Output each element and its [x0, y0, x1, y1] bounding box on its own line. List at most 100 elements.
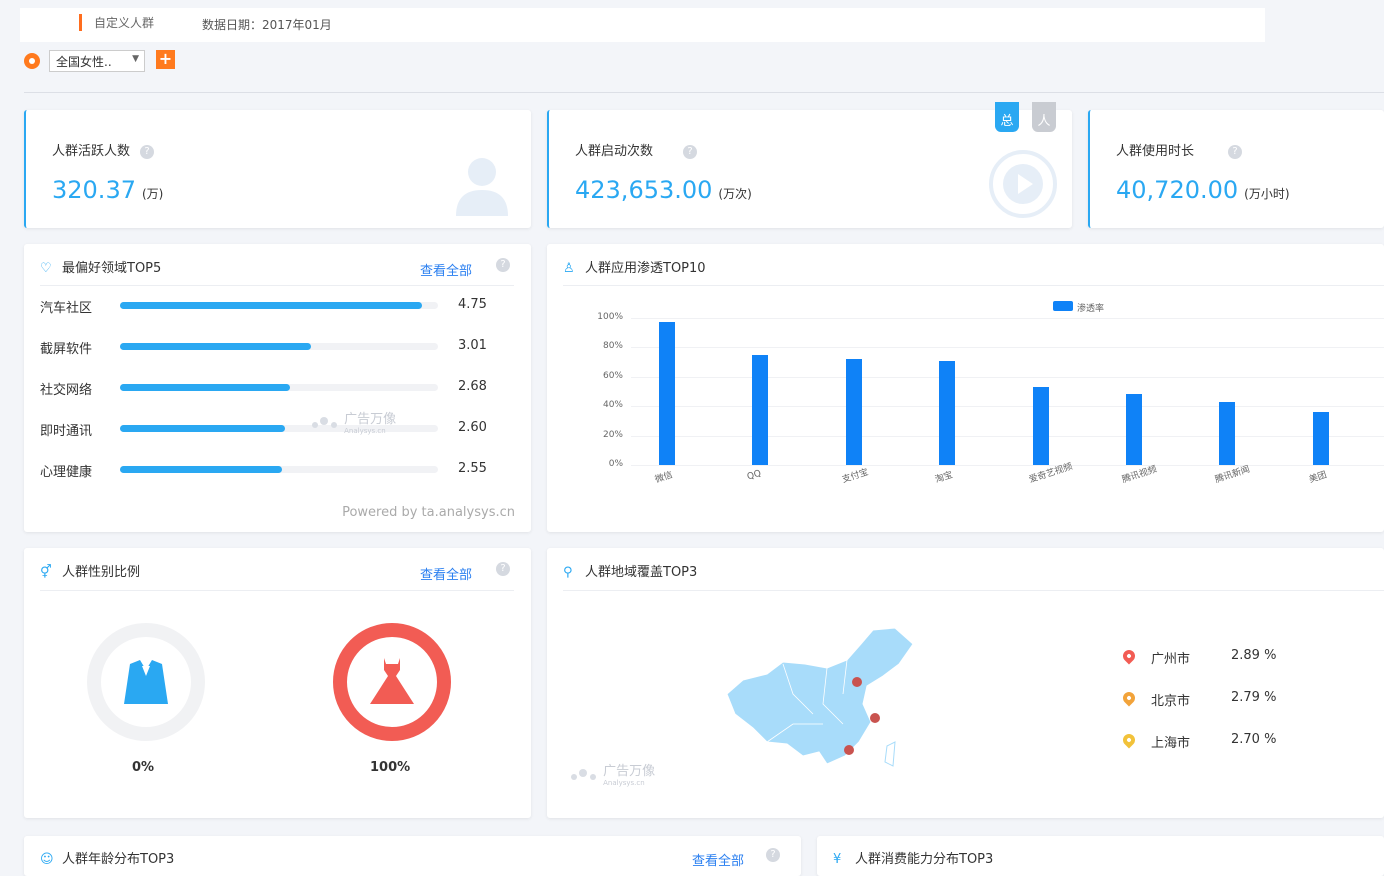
view-all-link[interactable]: 查看全部 [692, 850, 744, 869]
y-tick-label: 100% [597, 312, 623, 322]
domain-bar-track [120, 343, 438, 350]
domain-bar-track [120, 384, 438, 391]
play-icon [989, 150, 1057, 218]
domain-bar-fill [120, 343, 312, 350]
region-percent: 2.70 % [1231, 732, 1277, 747]
crowd-select-value: 全国女性.. [56, 55, 112, 69]
segment-label: 自定义人群 [94, 16, 155, 30]
chevron-down-icon: ▼ [132, 54, 139, 64]
domain-value: 2.60 [458, 420, 487, 435]
domain-name: 汽车社区 [40, 301, 93, 316]
domain-name: 即时通讯 [40, 424, 93, 439]
section-title: 最偏好领域TOP5 [62, 261, 162, 276]
help-icon[interactable]: ? [496, 562, 510, 576]
chart-bar[interactable] [1219, 401, 1236, 465]
divider [563, 590, 1384, 591]
gridline [631, 406, 1384, 408]
stat-card-active-users: 人群活跃人数? 320.37 (万) [24, 110, 531, 228]
domain-bar-track [120, 302, 438, 309]
x-tick-label: QQ [746, 468, 763, 483]
gridline [631, 435, 1384, 437]
x-tick-label: 支付宝 [840, 467, 870, 486]
watermark: 广告万像 Analysys.cn [310, 408, 396, 435]
domain-value: 3.01 [458, 338, 487, 353]
region-percent: 2.89 % [1231, 648, 1277, 663]
divider [24, 92, 1384, 93]
stat-unit: (万) [141, 187, 164, 201]
region-city: 上海市 [1151, 736, 1191, 751]
chart-bar[interactable] [752, 354, 769, 465]
domain-value: 2.68 [458, 379, 487, 394]
china-map [726, 627, 914, 767]
add-crowd-button[interactable]: + [156, 50, 175, 69]
x-tick-label: 微信 [653, 470, 675, 486]
domain-value: 2.55 [458, 461, 487, 476]
region-city: 广州市 [1151, 652, 1191, 667]
toggle-person-button[interactable]: 人 [1032, 102, 1056, 132]
stat-unit: (万小时) [1244, 187, 1290, 201]
powered-by: Powered by ta.analysys.cn [342, 505, 515, 520]
person-icon [456, 158, 508, 216]
domain-row: 汽车社区 4.75 [40, 295, 510, 316]
dress-icon [370, 658, 414, 704]
stat-label: 人群活跃人数 [52, 144, 131, 159]
stat-value: 40,720.00 [1116, 176, 1239, 204]
chart-bar[interactable] [845, 359, 862, 465]
y-tick-label: 60% [602, 370, 623, 381]
domain-bar-fill [120, 384, 291, 391]
help-icon[interactable]: ? [683, 144, 698, 159]
stat-card-usage-time: 人群使用时长? 40,720.00 (万小时) [1088, 110, 1384, 228]
domain-row: 即时通讯 2.60 [40, 418, 510, 439]
domain-row: 社交网络 2.68 [40, 377, 510, 398]
chart-bar[interactable] [1126, 394, 1142, 465]
view-all-link[interactable]: 查看全部 [420, 260, 472, 279]
help-icon[interactable]: ? [1228, 144, 1243, 159]
chart-bar[interactable] [1032, 387, 1049, 465]
stat-value: 423,653.00 [575, 176, 713, 204]
chart-bar[interactable] [939, 360, 956, 465]
chart-bar[interactable] [659, 322, 675, 465]
domain-name: 心理健康 [40, 465, 93, 480]
stat-label: 人群启动次数 [575, 144, 654, 159]
user-icon: ☺ [40, 852, 54, 867]
domain-row: 截屏软件 3.01 [40, 336, 510, 357]
y-tick-label: 80% [602, 341, 623, 352]
section-title: 人群地域覆盖TOP3 [585, 565, 698, 580]
domain-row: 心理健康 2.55 [40, 459, 510, 480]
section-title: 人群消费能力分布TOP3 [855, 852, 994, 867]
chart-bar[interactable] [1312, 412, 1329, 465]
view-all-link[interactable]: 查看全部 [420, 564, 472, 583]
domain-bar-fill [120, 466, 283, 473]
x-tick-label: 淘宝 [934, 470, 955, 486]
stat-label: 人群使用时长 [1116, 144, 1195, 159]
stat-value: 320.37 [52, 176, 136, 204]
app-top10-card: ♙ 人群应用渗透TOP10 渗透率 0% 20% 40% 60% 80% 100% 微信 QQ 支… [547, 244, 1384, 532]
rank-pin-icon [1120, 647, 1138, 665]
domain-top5-card: ♡ 最偏好领域TOP5 查看全部 ? 汽车社区 4.75 截屏软件 3.01 社交网络 2.… [24, 244, 531, 532]
help-icon[interactable]: ? [766, 848, 780, 862]
region-city: 北京市 [1151, 694, 1191, 709]
gender-card: ⚥ 人群性别比例 查看全部 ? 0% 100% [24, 548, 531, 818]
domain-name: 社交网络 [40, 383, 93, 398]
toggle-total-button[interactable]: 总 [995, 102, 1019, 132]
female-percent: 100% [370, 760, 411, 775]
suit-icon [124, 660, 168, 704]
app-penetration-chart: 0% 20% 40% 60% 80% 100% 微信 QQ 支付宝 淘宝 爱奇艺视频 腾讯视频 腾讯新闻… [547, 244, 1384, 532]
tag-icon [24, 53, 40, 69]
section-title: 人群性别比例 [62, 565, 141, 580]
rank-pin-icon [1120, 731, 1138, 749]
gridline [631, 376, 1384, 378]
region-card: ⚲ 人群地域覆盖TOP3 广告万像 Analysys.cn 广州市 2.89 % 北京市… [547, 548, 1384, 818]
header-accent [79, 14, 82, 31]
male-ring [87, 623, 205, 741]
y-tick-label: 20% [602, 429, 623, 440]
stat-unit: (万次) [718, 187, 752, 201]
help-icon[interactable]: ? [496, 258, 510, 272]
help-icon[interactable]: ? [140, 144, 155, 159]
brand-logo-icon [312, 416, 337, 428]
heart-icon: ♡ [40, 261, 52, 276]
crowd-select[interactable]: 全国女性.. ▼ [49, 50, 145, 72]
divider [40, 590, 514, 591]
domain-name: 截屏软件 [40, 342, 93, 357]
female-ring [333, 623, 451, 741]
